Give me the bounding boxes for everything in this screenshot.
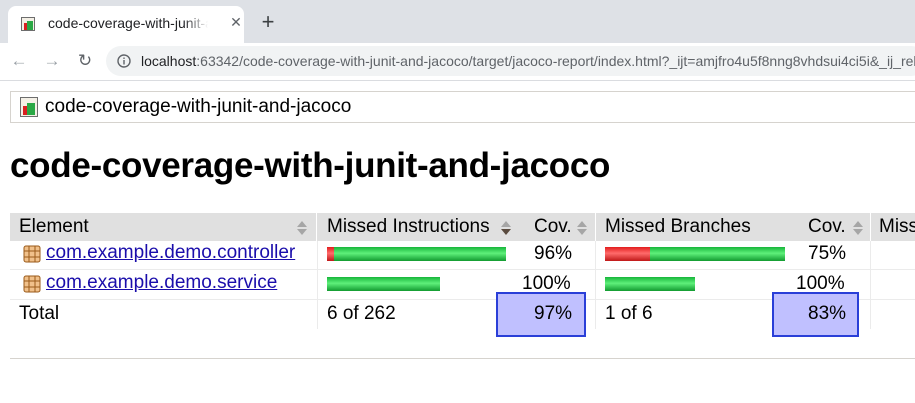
column-divider: [870, 241, 871, 329]
breadcrumb-label: code-coverage-with-junit-and-jacoco: [45, 96, 352, 117]
column-header-missed-branches[interactable]: Missed Branches: [596, 213, 792, 241]
url-host: localhost: [141, 53, 197, 69]
covered-segment: [605, 277, 695, 291]
instruction-coverage: 96%: [534, 243, 573, 264]
close-icon[interactable]: ✕: [228, 14, 244, 30]
column-header-missed-instructions[interactable]: Missed Instructions: [317, 213, 517, 241]
jacoco-report-icon: [20, 97, 38, 117]
tab-title: code-coverage-with-junit-and-jacoco: [48, 15, 208, 31]
browser-toolbar: ← → ↻ localhost:63342/code-coverage-with…: [0, 43, 915, 81]
url-text: localhost:63342/code-coverage-with-junit…: [141, 53, 915, 69]
sort-arrows-icon: [297, 221, 307, 235]
instruction-coverage-bar: [327, 247, 506, 261]
covered-segment: [650, 247, 785, 261]
sort-arrows-icon: [853, 221, 863, 235]
breadcrumb: code-coverage-with-junit-and-jacoco: [10, 91, 915, 123]
column-header-branch-coverage[interactable]: Cov.: [792, 213, 870, 241]
sort-arrows-icon: [577, 221, 587, 235]
missed-segment: [327, 247, 334, 261]
package-icon: [23, 245, 41, 263]
footer-divider: [10, 358, 915, 359]
total-branch-coverage: 83%: [808, 303, 847, 324]
package-link[interactable]: com.example.demo.service: [46, 272, 277, 294]
sort-descending-icon: [501, 221, 511, 235]
browser-tab[interactable]: code-coverage-with-junit-and-jacoco ✕: [8, 6, 244, 43]
missed-segment: [605, 247, 650, 261]
branch-coverage-bar: [605, 247, 785, 261]
column-header-label: Miss: [879, 216, 915, 237]
total-missed-instructions: 6 of 262: [327, 303, 396, 324]
column-header-label: Element: [19, 216, 89, 237]
covered-segment: [327, 277, 440, 291]
instruction-coverage-bar: [327, 277, 440, 291]
back-icon[interactable]: ←: [8, 51, 30, 71]
column-divider: [317, 241, 318, 329]
package-icon: [23, 275, 41, 293]
reload-icon[interactable]: ↻: [74, 51, 96, 71]
column-header-label: Cov.: [534, 216, 572, 237]
browser-tab-strip: code-coverage-with-junit-and-jacoco ✕ +: [0, 0, 915, 43]
column-header-missed[interactable]: Miss: [871, 213, 915, 241]
info-icon[interactable]: [117, 54, 131, 68]
jacoco-report-icon: [21, 17, 35, 31]
column-divider: [595, 241, 596, 329]
total-missed-branches: 1 of 6: [605, 303, 653, 324]
column-header-instruction-coverage[interactable]: Cov.: [517, 213, 595, 241]
page-title: code-coverage-with-junit-and-jacoco: [10, 146, 611, 185]
column-header-label: Cov.: [808, 216, 846, 237]
forward-icon[interactable]: →: [41, 51, 63, 71]
total-label: Total: [19, 303, 60, 324]
url-path: :63342/code-coverage-with-junit-and-jaco…: [196, 53, 915, 69]
covered-segment: [334, 247, 506, 261]
row-divider: [10, 269, 915, 270]
column-header-label: Missed Instructions: [327, 216, 490, 237]
new-tab-button[interactable]: +: [258, 11, 278, 33]
branch-coverage: 75%: [808, 243, 847, 264]
total-instruction-coverage: 97%: [534, 303, 573, 324]
column-header-element[interactable]: Element: [10, 213, 316, 241]
address-bar[interactable]: localhost:63342/code-coverage-with-junit…: [106, 46, 915, 76]
package-link[interactable]: com.example.demo.controller: [46, 242, 295, 264]
column-header-label: Missed Branches: [605, 216, 751, 237]
branch-coverage-bar: [605, 277, 695, 291]
